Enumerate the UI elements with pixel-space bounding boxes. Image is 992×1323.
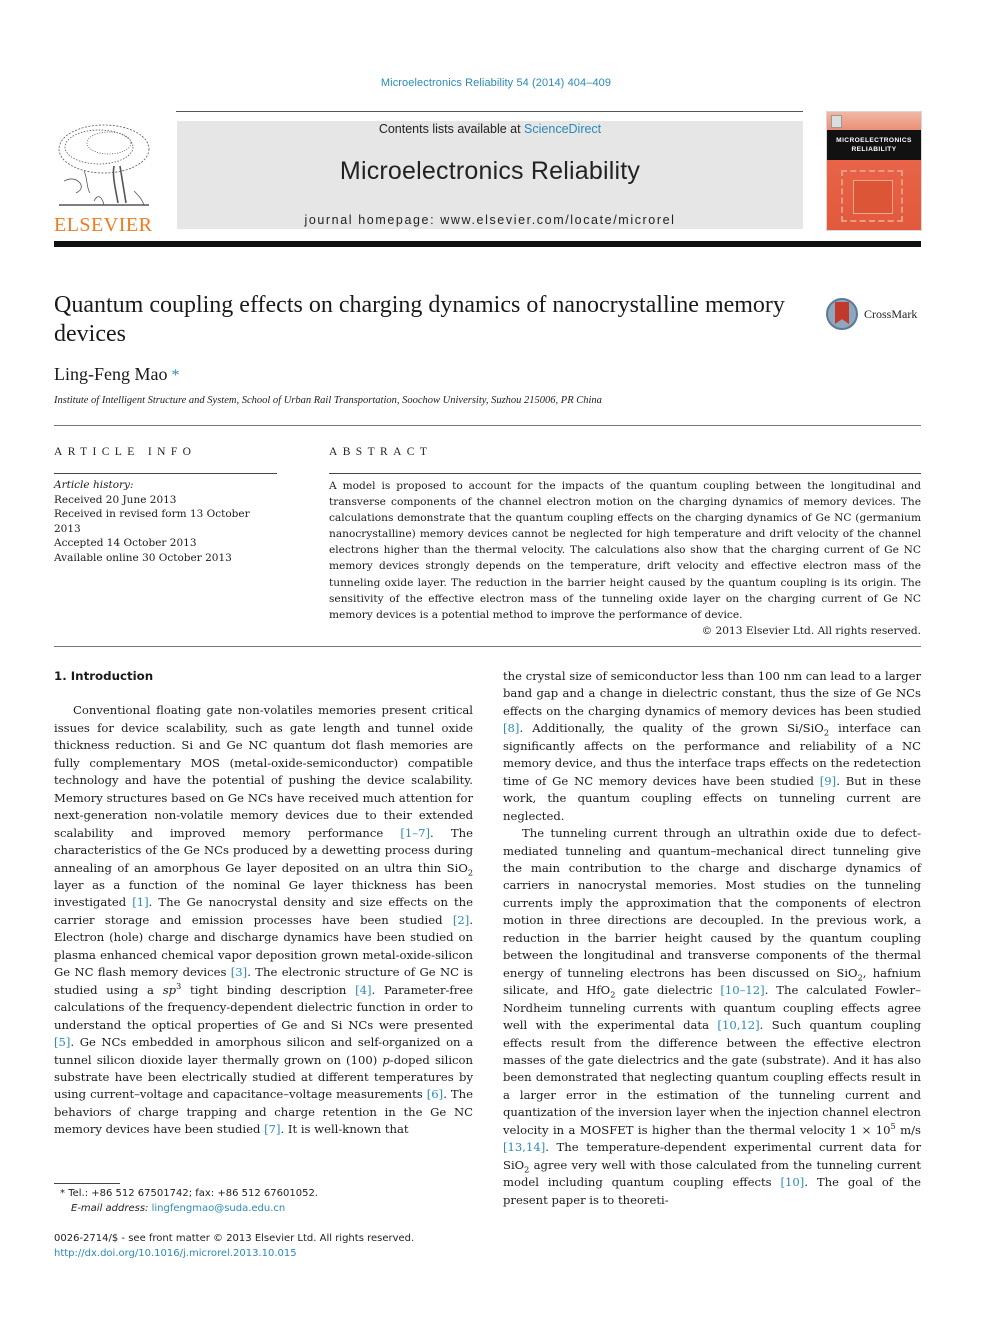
article-info-rule [54, 473, 277, 474]
author-footnote: * Tel.: +86 512 67501742; fax: +86 512 6… [60, 1186, 318, 1216]
abstract-copyright: © 2013 Elsevier Ltd. All rights reserved… [701, 624, 921, 637]
abstract-body: A model is proposed to account for the i… [329, 478, 921, 639]
history-received: Received 20 June 2013 [54, 493, 177, 506]
author-affiliation: Institute of Intelligent Structure and S… [54, 395, 602, 406]
issn-line: 0026-2714/$ - see front matter © 2013 El… [54, 1233, 415, 1244]
body-column-left: 1. Introduction Conventional floating ga… [54, 668, 473, 1139]
cover-title-bar: MICROELECTRONICS RELIABILITY [827, 130, 921, 160]
journal-citation[interactable]: Microelectronics Reliability 54 (2014) 4… [0, 77, 992, 89]
body-column-right: the crystal size of semiconductor less t… [503, 668, 921, 1209]
author-name: Ling-Feng Mao [54, 364, 168, 384]
reference-link[interactable]: [9] [820, 774, 836, 788]
reference-link[interactable]: [6] [427, 1087, 443, 1101]
italic-term: p [382, 1052, 390, 1067]
reference-link[interactable]: [7] [264, 1122, 280, 1136]
crossmark-label: CrossMark [864, 307, 918, 321]
reference-link[interactable]: [10–12] [720, 983, 764, 997]
reference-link[interactable]: [3] [231, 965, 247, 979]
author-line: Ling-Feng Mao * [54, 364, 179, 385]
footnote-contact-text: Tel.: +86 512 67501742; fax: +86 512 676… [68, 1188, 318, 1199]
journal-cover-thumbnail[interactable]: MICROELECTRONICS RELIABILITY [826, 111, 922, 231]
homepage-url[interactable]: www.elsevier.com/locate/microrel [440, 213, 675, 227]
header-top-rule [176, 111, 803, 112]
reference-link[interactable]: [13,14] [503, 1140, 545, 1154]
subscript: 2 [524, 1164, 530, 1174]
article-history-label: Article history: [54, 479, 134, 491]
email-label: E-mail address: [71, 1203, 149, 1214]
homepage-prefix: journal homepage: [304, 213, 441, 227]
cover-title-line1: MICROELECTRONICS [836, 137, 912, 144]
reference-link[interactable]: [10,12] [717, 1018, 759, 1032]
reference-link[interactable]: [5] [54, 1035, 70, 1049]
superscript: 3 [176, 980, 182, 991]
cover-chip-graphic [853, 180, 893, 214]
reference-link[interactable]: [4] [355, 983, 371, 997]
paragraph-2: The tunneling current through an ultrath… [503, 826, 922, 1207]
contents-prefix: Contents lists available at [378, 122, 525, 136]
front-matter: 0026-2714/$ - see front matter © 2013 El… [54, 1231, 414, 1261]
section-heading-introduction: 1. Introduction [54, 669, 154, 683]
paragraph-1-part-b: the crystal size of semiconductor less t… [503, 669, 921, 823]
contents-line: Contents lists available at ScienceDirec… [177, 122, 803, 136]
journal-title: Microelectronics Reliability [339, 157, 641, 185]
subscript: 2 [610, 989, 616, 1000]
paragraph-1-part-a: Conventional floating gate non-volatiles… [54, 703, 473, 1137]
elsevier-logo[interactable]: ELSEVIER [54, 121, 154, 236]
info-top-rule [54, 425, 921, 426]
abstract-rule [329, 473, 921, 474]
article-info-heading: ARTICLE INFO [54, 446, 197, 458]
reference-link[interactable]: [8] [503, 721, 519, 735]
cover-title-line2: RELIABILITY [851, 146, 897, 153]
abstract-heading: ABSTRACT [329, 446, 433, 458]
cover-publisher-icon [831, 115, 842, 128]
subscript: 2 [467, 866, 473, 877]
journal-homepage: journal homepage: www.elsevier.com/locat… [177, 213, 803, 227]
article-history: Article history: Received 20 June 2013 R… [54, 478, 279, 566]
email-link[interactable]: lingfengmao@suda.edu.cn [152, 1203, 286, 1214]
elsevier-wordmark: ELSEVIER [54, 214, 153, 236]
footnote-mark: * [60, 1188, 65, 1199]
superscript: 5 [890, 1120, 896, 1131]
journal-banner: Contents lists available at ScienceDirec… [177, 121, 803, 229]
doi-link[interactable]: http://dx.doi.org/10.1016/j.microrel.201… [54, 1246, 414, 1261]
abstract-text: A model is proposed to account for the i… [329, 480, 921, 621]
italic-term: sp [162, 982, 177, 997]
subscript: 2 [857, 972, 863, 983]
elsevier-tree-icon [54, 121, 154, 209]
history-revised: Received in revised form 13 October 2013 [54, 508, 250, 535]
crossmark-badge[interactable]: CrossMark [826, 298, 926, 334]
reference-link[interactable]: [1–7] [400, 826, 430, 840]
footnote-contact: * Tel.: +86 512 67501742; fax: +86 512 6… [60, 1186, 318, 1201]
reference-link[interactable]: [10] [781, 1175, 805, 1189]
article-title: Quantum coupling effects on charging dyn… [54, 292, 785, 347]
subscript: 2 [823, 727, 829, 738]
history-accepted: Accepted 14 October 2013 [54, 537, 197, 550]
reference-link[interactable]: [2] [453, 913, 469, 927]
footnote-email-line: E-mail address: lingfengmao@suda.edu.cn [60, 1201, 318, 1216]
abstract-bottom-rule [54, 646, 921, 647]
sciencedirect-link[interactable]: ScienceDirect [524, 122, 601, 136]
corresponding-author-mark[interactable]: * [171, 367, 179, 384]
history-online: Available online 30 October 2013 [54, 551, 232, 564]
footnote-rule [54, 1183, 120, 1184]
header-thick-rule [54, 241, 921, 247]
reference-link[interactable]: [1] [132, 895, 148, 909]
